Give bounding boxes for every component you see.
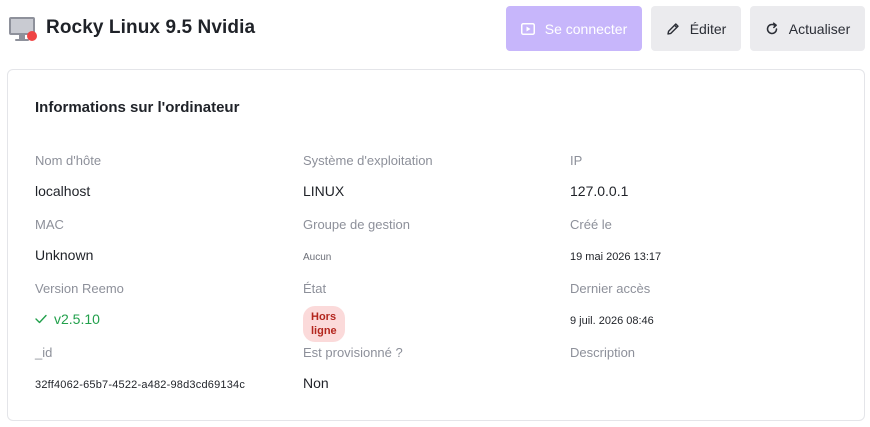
version-text: v2.5.10 [54, 311, 100, 327]
edit-button-label: Éditer [689, 20, 727, 37]
field-description: Description [570, 345, 635, 361]
field-id: _id 32ff4062-65b7-4522-a482-98d3cd69134c [35, 345, 245, 391]
connect-button-label: Se connecter [544, 20, 628, 37]
field-label: Dernier accès [570, 281, 651, 296]
field-group: Groupe de gestion Aucun [303, 217, 410, 263]
field-created: Créé le 19 mai 2026 13:17 [570, 217, 661, 263]
field-label: Créé le [570, 217, 612, 232]
play-screen-icon [520, 22, 535, 35]
field-os: Système d'exploitation LINUX [303, 153, 433, 199]
field-label: Groupe de gestion [303, 217, 410, 232]
field-ip: IP 127.0.0.1 [570, 153, 628, 199]
field-value: 127.0.0.1 [570, 183, 629, 199]
field-label: IP [570, 153, 583, 168]
field-last-access: Dernier accès 9 juil. 2026 08:46 [570, 281, 654, 327]
edit-button[interactable]: Éditer [651, 6, 741, 51]
field-value: 9 juil. 2026 08:46 [570, 315, 654, 327]
field-label: Système d'exploitation [303, 153, 433, 168]
field-provisioned: Est provisionné ? Non [303, 345, 403, 391]
check-icon [35, 314, 47, 324]
pencil-icon [667, 22, 679, 35]
connect-button[interactable]: Se connecter [506, 6, 642, 51]
status-badge: Hors ligne [303, 306, 345, 342]
field-state: État Hors ligne [303, 281, 345, 342]
field-value: 19 mai 2026 13:17 [570, 251, 662, 263]
field-label: MAC [35, 217, 64, 232]
field-hostname: Nom d'hôte localhost [35, 153, 102, 199]
field-label: _id [35, 345, 53, 360]
field-value: Aucun [303, 252, 332, 263]
field-version: Version Reemo v2.5.10 [35, 281, 124, 327]
field-value-version: v2.5.10 [35, 310, 100, 328]
field-value: localhost [35, 183, 91, 199]
field-value: Unknown [35, 247, 94, 263]
field-label: Version Reemo [35, 281, 124, 296]
computer-offline-icon [8, 16, 38, 44]
field-label: Nom d'hôte [35, 153, 102, 168]
field-label: Description [570, 345, 636, 360]
refresh-button[interactable]: Actualiser [750, 6, 865, 51]
page-header: Rocky Linux 9.5 Nvidia Se connecter Édit… [0, 0, 870, 58]
refresh-icon [766, 21, 778, 34]
field-value: Non [303, 375, 329, 391]
field-mac: MAC Unknown [35, 217, 93, 263]
page-title: Rocky Linux 9.5 Nvidia [46, 17, 256, 38]
field-label: État [303, 281, 327, 296]
computer-info-card: Informations sur l'ordinateur Nom d'hôte… [7, 69, 865, 421]
refresh-button-label: Actualiser [788, 20, 851, 37]
field-value: LINUX [303, 183, 345, 199]
field-value: 32ff4062-65b7-4522-a482-98d3cd69134c [35, 379, 246, 391]
field-label: Est provisionné ? [303, 345, 403, 360]
card-title: Informations sur l'ordinateur [35, 99, 240, 116]
